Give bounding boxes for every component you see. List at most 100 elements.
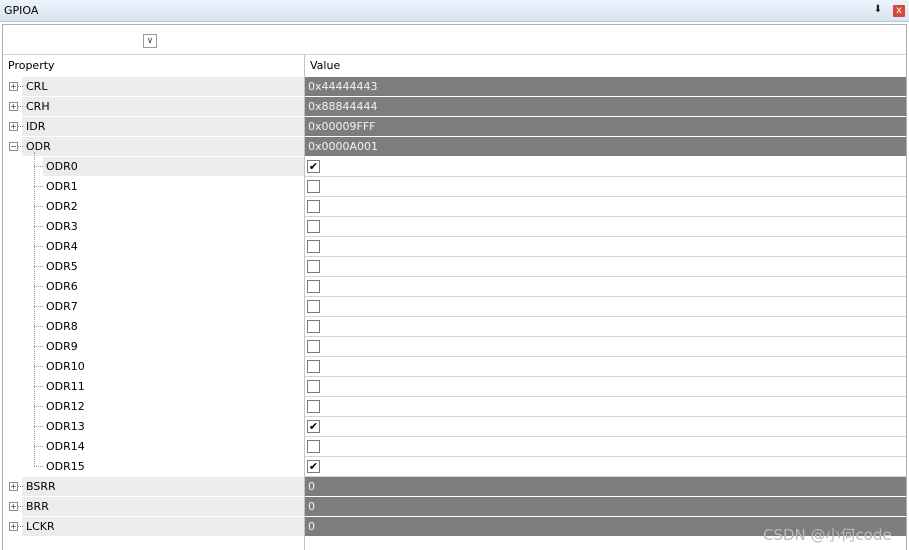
bit-value-cell bbox=[305, 317, 906, 337]
bit-row[interactable]: ODR4 bbox=[0, 237, 909, 257]
tree-connector bbox=[18, 506, 23, 507]
bit-value-cell bbox=[305, 417, 906, 437]
bit-checkbox[interactable] bbox=[307, 440, 320, 453]
register-row[interactable]: + IDR 0x00009FFF bbox=[0, 117, 909, 137]
bit-checkbox[interactable] bbox=[307, 280, 320, 293]
bit-checkbox[interactable] bbox=[307, 360, 320, 373]
tree-connector bbox=[34, 286, 43, 287]
register-row[interactable]: + BRR 0 bbox=[0, 497, 909, 517]
bit-row[interactable]: ODR0 ✔ bbox=[0, 157, 909, 177]
bit-checkbox[interactable] bbox=[307, 200, 320, 213]
bit-row[interactable]: ODR3 bbox=[0, 217, 909, 237]
bit-name: ODR15 bbox=[46, 460, 85, 473]
bit-name: ODR6 bbox=[46, 280, 78, 293]
register-value[interactable]: 0x88844444 bbox=[305, 97, 906, 116]
bit-row[interactable]: ODR14 bbox=[0, 437, 909, 457]
bit-checkbox[interactable] bbox=[307, 180, 320, 193]
register-name: CRL bbox=[26, 80, 48, 93]
expand-icon[interactable]: + bbox=[9, 82, 18, 91]
bit-row[interactable]: ODR11 bbox=[0, 377, 909, 397]
bit-name: ODR4 bbox=[46, 240, 78, 253]
bit-checkbox[interactable] bbox=[307, 220, 320, 233]
bit-row[interactable]: ODR1 bbox=[0, 177, 909, 197]
bit-row[interactable]: ODR6 bbox=[0, 277, 909, 297]
tree-connector bbox=[34, 266, 43, 267]
bit-row[interactable]: ODR9 bbox=[0, 337, 909, 357]
value-column-header: Value bbox=[310, 59, 341, 72]
tree-connector bbox=[34, 226, 43, 227]
close-icon[interactable]: x bbox=[893, 5, 905, 17]
tree-connector bbox=[34, 166, 43, 167]
register-value[interactable]: 0 bbox=[305, 497, 906, 516]
bit-checkbox[interactable]: ✔ bbox=[307, 420, 320, 433]
bit-name: ODR14 bbox=[46, 440, 85, 453]
register-value[interactable]: 0 bbox=[305, 477, 906, 496]
bit-checkbox[interactable]: ✔ bbox=[307, 460, 320, 473]
bit-checkbox[interactable]: ✔ bbox=[307, 160, 320, 173]
register-name: ODR bbox=[26, 140, 51, 153]
bit-name: ODR13 bbox=[46, 420, 85, 433]
expand-icon[interactable]: + bbox=[9, 482, 18, 491]
bit-row[interactable]: ODR8 bbox=[0, 317, 909, 337]
bit-value-cell bbox=[305, 197, 906, 217]
row-selection-background bbox=[43, 157, 304, 176]
bit-name: ODR5 bbox=[46, 260, 78, 273]
bit-name: ODR3 bbox=[46, 220, 78, 233]
register-name: CRH bbox=[26, 100, 50, 113]
register-row[interactable]: + CRL 0x44444443 bbox=[0, 77, 909, 97]
bit-value-cell bbox=[305, 357, 906, 377]
bit-row[interactable]: ODR13 ✔ bbox=[0, 417, 909, 437]
bit-checkbox[interactable] bbox=[307, 260, 320, 273]
register-row[interactable]: + BSRR 0 bbox=[0, 477, 909, 497]
bit-value-cell bbox=[305, 437, 906, 457]
bit-row[interactable]: ODR7 bbox=[0, 297, 909, 317]
tree-connector bbox=[34, 406, 43, 407]
bit-checkbox[interactable] bbox=[307, 400, 320, 413]
bit-name: ODR2 bbox=[46, 200, 78, 213]
view-dropdown-chevron-down-icon[interactable]: ∨ bbox=[143, 34, 157, 48]
bit-checkbox[interactable] bbox=[307, 380, 320, 393]
pin-icon[interactable]: ⬇ bbox=[872, 3, 884, 17]
bit-row[interactable]: ODR2 bbox=[0, 197, 909, 217]
bit-row[interactable]: ODR12 bbox=[0, 397, 909, 417]
bit-value-cell bbox=[305, 177, 906, 197]
register-value[interactable]: 0x44444443 bbox=[305, 77, 906, 96]
bit-value-cell bbox=[305, 297, 906, 317]
register-name: BRR bbox=[26, 500, 49, 513]
tree-connector bbox=[34, 426, 43, 427]
bit-checkbox[interactable] bbox=[307, 340, 320, 353]
bit-value-cell bbox=[305, 237, 906, 257]
tree-connector bbox=[34, 366, 43, 367]
bit-value-cell bbox=[305, 377, 906, 397]
register-value[interactable]: 0x00009FFF bbox=[305, 117, 906, 136]
expand-icon[interactable]: + bbox=[9, 102, 18, 111]
bit-value-cell bbox=[305, 397, 906, 417]
bit-value-cell bbox=[305, 457, 906, 477]
expand-icon[interactable]: + bbox=[9, 522, 18, 531]
tree-connector bbox=[18, 486, 23, 487]
register-row[interactable]: + CRH 0x88844444 bbox=[0, 97, 909, 117]
bit-checkbox[interactable] bbox=[307, 240, 320, 253]
register-row[interactable]: − ODR 0x0000A001 bbox=[0, 137, 909, 157]
bit-checkbox[interactable] bbox=[307, 300, 320, 313]
expand-icon[interactable]: + bbox=[9, 502, 18, 511]
row-background bbox=[22, 497, 304, 516]
register-value[interactable]: 0x0000A001 bbox=[305, 137, 906, 156]
collapse-icon[interactable]: − bbox=[9, 142, 18, 151]
row-background bbox=[22, 517, 304, 536]
bit-value-cell bbox=[305, 157, 906, 177]
bit-name: ODR7 bbox=[46, 300, 78, 313]
bit-name: ODR8 bbox=[46, 320, 78, 333]
window-titlebar: GPIOA ⬇ x bbox=[0, 0, 909, 22]
bit-checkbox[interactable] bbox=[307, 320, 320, 333]
bit-row[interactable]: ODR5 bbox=[0, 257, 909, 277]
bit-row[interactable]: ODR10 bbox=[0, 357, 909, 377]
register-name: BSRR bbox=[26, 480, 56, 493]
row-background bbox=[22, 97, 304, 116]
bit-row[interactable]: ODR15 ✔ bbox=[0, 457, 909, 477]
header-divider bbox=[3, 54, 906, 55]
expand-icon[interactable]: + bbox=[9, 122, 18, 131]
bit-value-cell bbox=[305, 337, 906, 357]
tree-connector bbox=[18, 106, 23, 107]
tree-connector bbox=[34, 206, 43, 207]
